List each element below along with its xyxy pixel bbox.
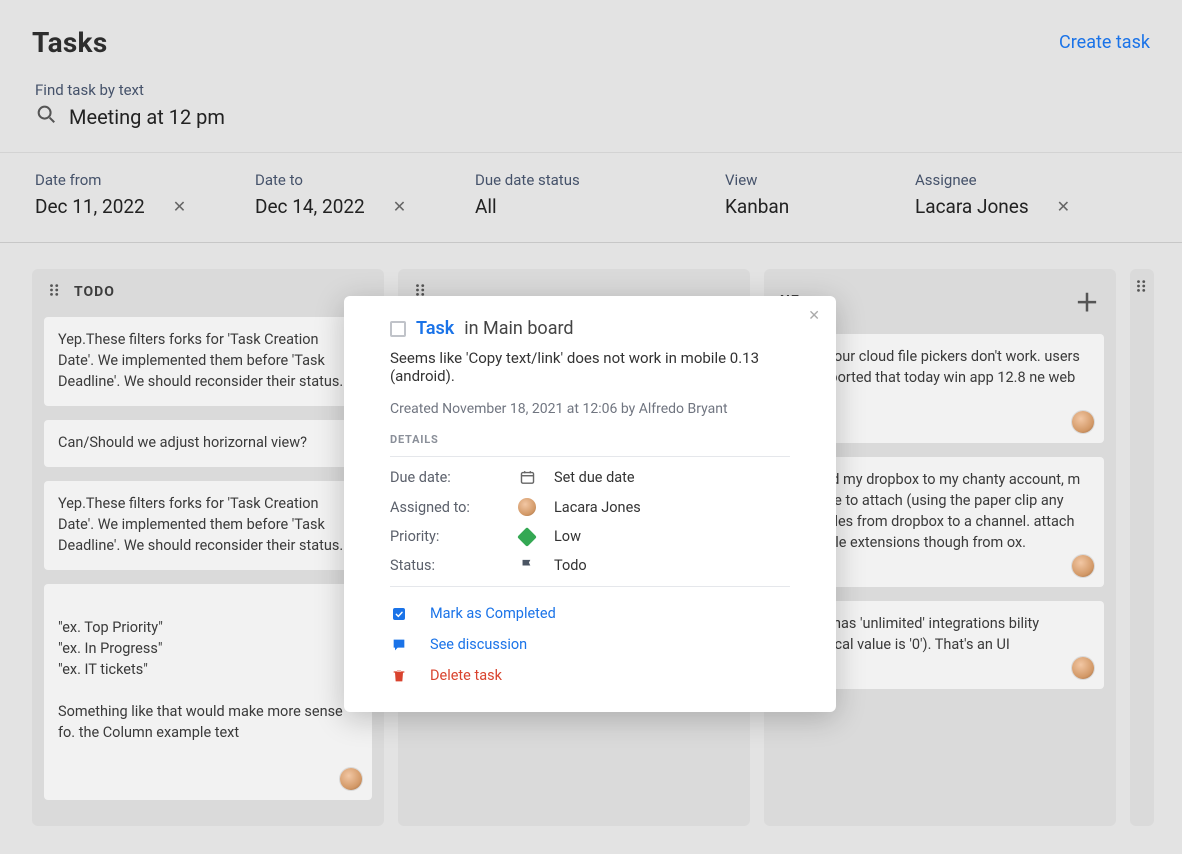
calendar-icon (516, 469, 538, 486)
avatar (1072, 657, 1094, 679)
search-input[interactable]: Meeting at 12 pm (32, 103, 1150, 130)
avatar (1072, 555, 1094, 577)
detail-assigned-to[interactable]: Assigned to: Lacara Jones (390, 498, 790, 516)
column-todo: TODO Yep.These filters forks for 'Task C… (32, 269, 384, 826)
filter-date-from[interactable]: Date from Dec 11, 2022 ✕ (35, 171, 195, 218)
search-value: Meeting at 12 pm (69, 105, 225, 129)
task-card[interactable]: Can/Should we adjust horizornal view? (44, 420, 372, 467)
task-location: in Main board (464, 318, 573, 339)
detail-due-date[interactable]: Due date: Set due date (390, 469, 790, 486)
details-header: DETAILS (390, 433, 790, 457)
see-discussion-button[interactable]: See discussion (390, 636, 790, 653)
avatar (1072, 411, 1094, 433)
column-title: TODO (74, 284, 115, 300)
drag-handle-icon[interactable] (1135, 279, 1149, 816)
avatar (340, 768, 362, 790)
flag-icon (516, 557, 538, 574)
filter-date-to[interactable]: Date to Dec 14, 2022 ✕ (255, 171, 415, 218)
detail-priority[interactable]: Priority: Low (390, 528, 790, 545)
task-created-meta: Created November 18, 2021 at 12:06 by Al… (390, 401, 790, 417)
task-card[interactable]: "ex. Top Priority" "ex. In Progress" "ex… (44, 584, 372, 800)
check-square-icon (390, 606, 408, 622)
assignee-avatar (516, 498, 538, 516)
drag-handle-icon[interactable] (48, 283, 62, 301)
filter-view[interactable]: View Kanban (725, 171, 855, 218)
search-label: Find task by text (35, 81, 1150, 99)
page-title: Tasks (32, 26, 108, 59)
task-checkbox[interactable] (390, 321, 406, 337)
delete-task-button[interactable]: Delete task (390, 667, 790, 684)
task-card[interactable]: Yep.These filters forks for 'Task Creati… (44, 481, 372, 570)
chat-icon (390, 637, 408, 653)
priority-icon (516, 530, 538, 544)
mark-completed-button[interactable]: Mark as Completed (390, 605, 790, 622)
filter-assignee[interactable]: Assignee Lacara Jones ✕ (915, 171, 1075, 218)
create-task-link[interactable]: Create task (1059, 32, 1150, 53)
task-description: Seems like 'Copy text/link' does not wor… (390, 349, 790, 385)
clear-date-to-icon[interactable]: ✕ (393, 197, 406, 216)
clear-date-from-icon[interactable]: ✕ (173, 197, 186, 216)
task-detail-modal: ✕ Task in Main board Seems like 'Copy te… (344, 296, 836, 712)
clear-assignee-icon[interactable]: ✕ (1057, 197, 1070, 216)
task-card[interactable]: Yep.These filters forks for 'Task Creati… (44, 317, 372, 406)
close-icon[interactable]: ✕ (808, 308, 820, 324)
trash-icon (390, 668, 408, 684)
add-card-icon[interactable]: ＋ (1075, 283, 1100, 318)
detail-status[interactable]: Status: Todo (390, 557, 790, 574)
filter-due-status[interactable]: Due date status All (475, 171, 665, 218)
column-edge (1130, 269, 1154, 826)
search-icon (35, 103, 57, 130)
task-link[interactable]: Task (416, 318, 454, 339)
